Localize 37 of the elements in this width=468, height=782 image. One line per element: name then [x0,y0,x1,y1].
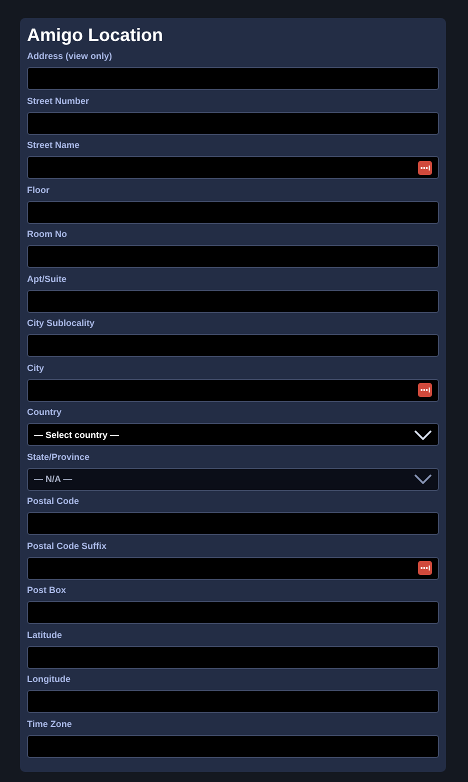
autofill-icon[interactable] [418,383,432,397]
chevron-down-icon [414,474,432,484]
field-label: City [27,362,44,374]
field-label: Longitude [27,673,70,685]
field-label: Room No [27,228,67,240]
field-label: Street Number [27,94,90,106]
input-field[interactable] [27,378,439,402]
field-label: City Sublocality [27,317,95,329]
input-field[interactable] [27,646,439,668]
field-label: Postal Code Suffix [27,540,107,552]
input-field[interactable] [27,156,439,179]
field-label: Address (view only) [27,50,112,62]
input-field[interactable] [27,601,439,624]
autofill-icon[interactable] [418,561,432,575]
input-field[interactable] [27,690,439,713]
input-field[interactable] [27,512,439,535]
field-label: Postal Code [27,495,80,507]
input-field[interactable] [27,245,439,268]
field-label: Street Name [27,139,80,151]
card-title: Amigo Location [27,24,164,47]
input-field[interactable] [27,112,439,134]
input-field[interactable] [27,67,439,90]
input-field[interactable] [27,334,439,357]
input-field[interactable] [27,200,439,224]
field-label: Post Box [27,584,66,596]
field-label: Country [27,406,62,418]
autofill-icon[interactable] [418,160,432,174]
chevron-down-icon [414,430,432,440]
select-field[interactable]: — Select country — [27,423,439,446]
field-label: State/Province [27,450,90,462]
field-label: Apt/Suite [27,272,66,284]
input-field[interactable] [27,556,439,580]
field-label: Time Zone [27,718,72,730]
field-label: Latitude [27,628,62,640]
input-field[interactable] [27,734,439,758]
input-field[interactable] [27,290,439,312]
field-label: Floor [27,184,50,196]
